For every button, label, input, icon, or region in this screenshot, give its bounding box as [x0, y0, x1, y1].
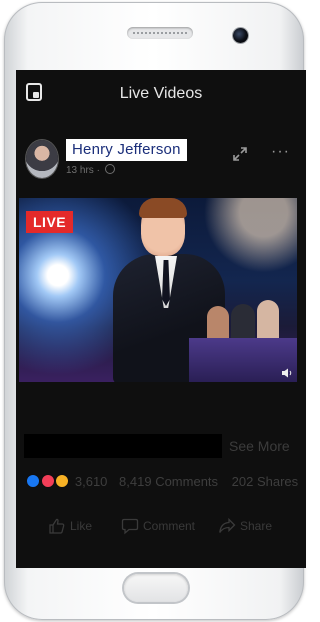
- action-bar: Like Comment Share: [16, 517, 306, 543]
- reaction-stats: 3,610 8,419 Comments 202 Shares: [26, 474, 306, 492]
- top-bar: Live Videos: [16, 70, 306, 118]
- avatar[interactable]: [26, 140, 58, 178]
- page-title: Live Videos: [119, 85, 203, 102]
- more-options-icon[interactable]: ···: [271, 143, 290, 161]
- like-button[interactable]: Like: [48, 517, 92, 535]
- thumbs-up-icon: [49, 518, 65, 534]
- author-name[interactable]: Henry Jefferson: [66, 139, 187, 161]
- comment-button[interactable]: Comment: [121, 517, 195, 535]
- share-count[interactable]: 202 Shares: [232, 474, 299, 489]
- like-reaction-icon: [26, 474, 40, 488]
- like-label: Like: [70, 519, 93, 533]
- see-more-link[interactable]: See More: [229, 438, 290, 454]
- share-label: Share: [240, 519, 273, 533]
- app-screen: Live Videos Henry Jefferson 13 hrs · ···…: [16, 70, 306, 568]
- globe-icon: [104, 164, 115, 174]
- haha-reaction-icon: [55, 474, 70, 488]
- post-header: Henry Jefferson 13 hrs · ···: [16, 136, 306, 186]
- post-meta: 13 hrs ·: [66, 164, 115, 176]
- love-reaction-icon: [40, 474, 55, 488]
- volume-icon[interactable]: [281, 367, 293, 379]
- post-time: 13 hrs ·: [66, 165, 103, 176]
- expand-icon[interactable]: [232, 146, 248, 162]
- comment-count[interactable]: 8,419 Comments: [119, 474, 218, 489]
- reaction-count[interactable]: 3,610: [75, 474, 108, 489]
- description-redacted: [24, 434, 222, 458]
- comment-label: Comment: [143, 519, 196, 533]
- home-button[interactable]: [124, 574, 188, 602]
- live-video[interactable]: LIVE: [19, 198, 297, 382]
- comment-icon: [121, 518, 139, 535]
- front-camera: [233, 28, 248, 43]
- share-button[interactable]: Share: [218, 517, 272, 535]
- live-badge: LIVE: [26, 211, 74, 233]
- phone-speaker: [127, 27, 193, 39]
- share-icon: [219, 517, 236, 533]
